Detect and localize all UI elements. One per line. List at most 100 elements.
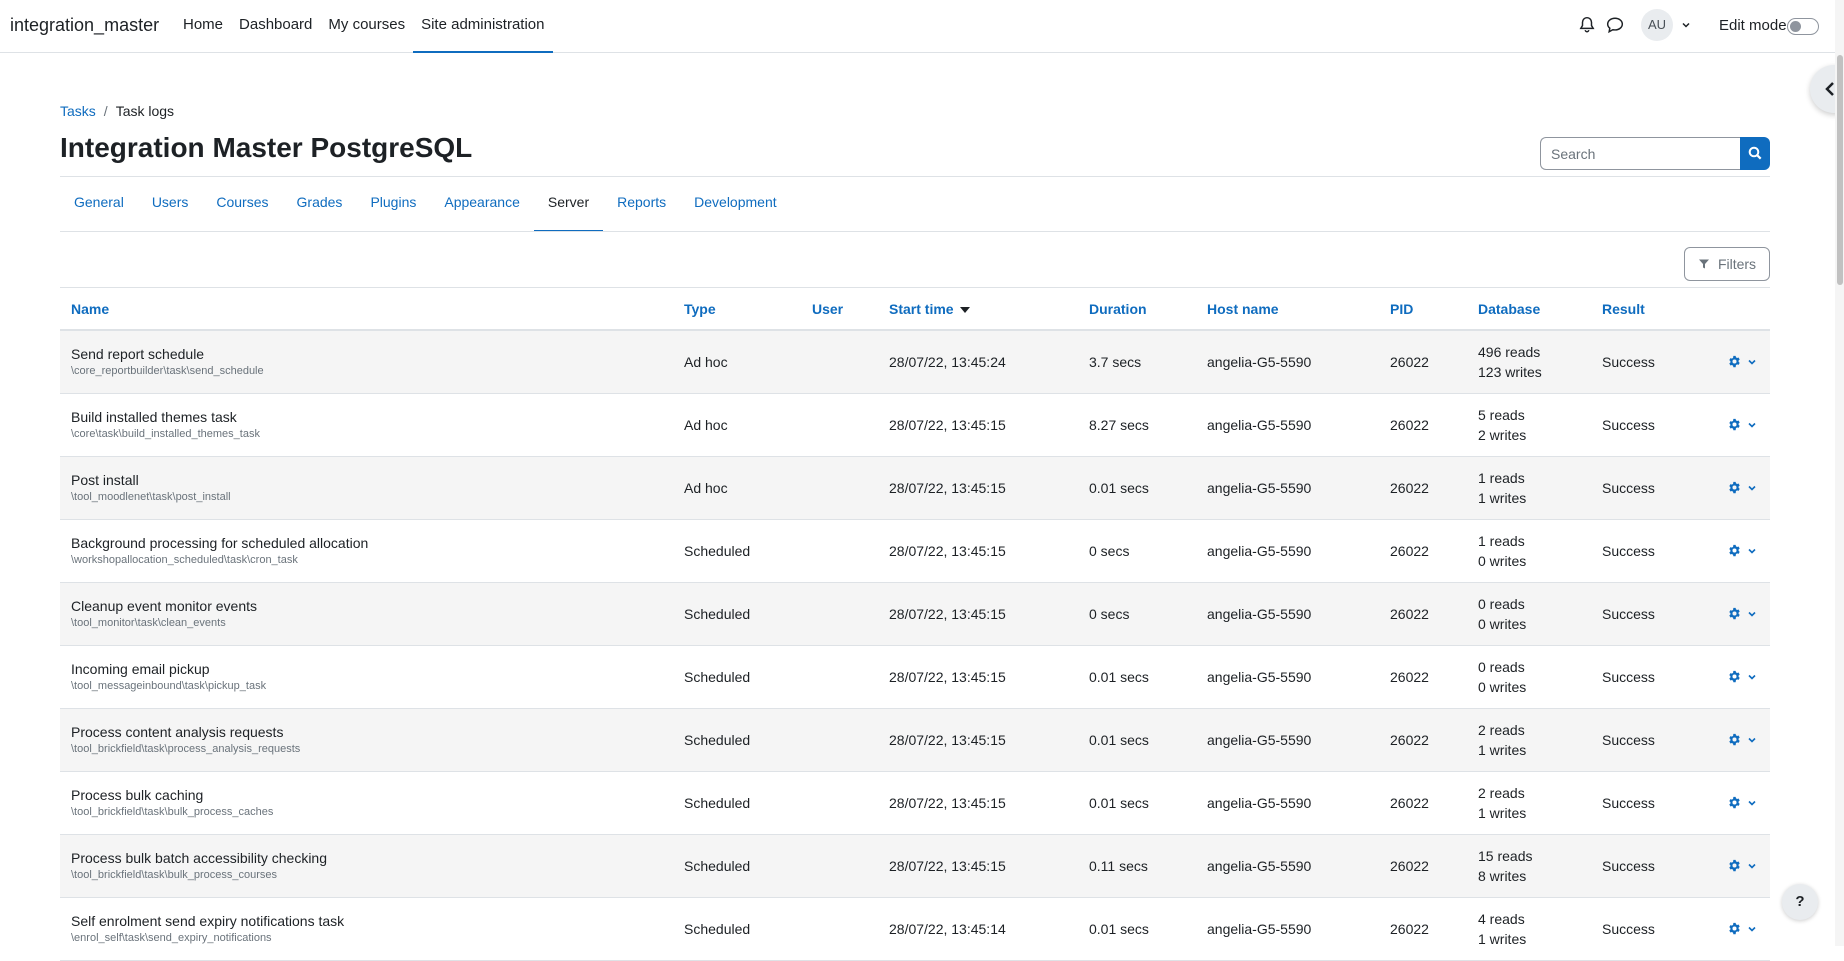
cell-host-name: angelia-G5-5590 bbox=[1207, 353, 1312, 370]
tab-users[interactable]: Users bbox=[138, 177, 203, 232]
table-row: Incoming email pickup \tool_messageinboun… bbox=[60, 645, 1770, 708]
tab-appearance[interactable]: Appearance bbox=[430, 177, 534, 232]
row-actions-menu[interactable] bbox=[1712, 481, 1759, 494]
gear-icon bbox=[1729, 356, 1740, 368]
site-brand[interactable]: integration_master bbox=[10, 15, 159, 36]
column-header-user[interactable]: User bbox=[801, 288, 878, 331]
row-actions-menu[interactable] bbox=[1712, 544, 1759, 557]
nav-site-administration[interactable]: Site administration bbox=[413, 0, 553, 53]
nav-my-courses[interactable]: My courses bbox=[320, 0, 413, 53]
db-reads: 2 reads bbox=[1478, 784, 1525, 801]
tab-development[interactable]: Development bbox=[680, 177, 791, 232]
column-header-name[interactable]: Name bbox=[60, 288, 673, 331]
cell-duration: 0 secs bbox=[1089, 542, 1130, 559]
cell-name: Incoming email pickup \tool_messageinboun… bbox=[60, 645, 673, 708]
search-input[interactable] bbox=[1540, 137, 1740, 170]
help-button[interactable]: ? bbox=[1782, 884, 1818, 920]
column-header-type[interactable]: Type bbox=[673, 288, 801, 331]
cell-duration: 0.01 secs bbox=[1089, 920, 1149, 937]
cell-name: Build installed themes task \core\task\bu… bbox=[60, 393, 673, 456]
cell-database: 1 reads 0 writes bbox=[1467, 519, 1591, 582]
tab-general[interactable]: General bbox=[60, 177, 138, 232]
user-avatar[interactable]: AU bbox=[1641, 9, 1673, 41]
secondary-navigation: General Users Courses Grades Plugins App… bbox=[60, 177, 791, 232]
column-header-actions bbox=[1701, 288, 1770, 331]
task-classname: \tool_moodlenet\task\post_install bbox=[71, 490, 231, 503]
notifications-bell-icon[interactable] bbox=[1578, 16, 1596, 34]
tab-courses[interactable]: Courses bbox=[202, 177, 282, 232]
task-classname: \tool_messageinbound\task\pickup_task bbox=[71, 679, 267, 692]
row-actions-menu[interactable] bbox=[1712, 670, 1759, 683]
cell-actions bbox=[1701, 645, 1770, 708]
breadcrumb-tasks[interactable]: Tasks bbox=[60, 103, 96, 119]
tab-plugins[interactable]: Plugins bbox=[356, 177, 430, 232]
filter-icon bbox=[1698, 259, 1709, 269]
cell-duration: 0.01 secs bbox=[1089, 731, 1149, 748]
breadcrumb-current: Task logs bbox=[115, 103, 175, 119]
cell-database: 5 reads 2 writes bbox=[1467, 393, 1591, 456]
db-reads: 1 reads bbox=[1478, 532, 1525, 549]
cell-result: Success bbox=[1602, 416, 1655, 433]
table-row: Process bulk batch accessibility checkin… bbox=[60, 834, 1770, 897]
cell-result: Success bbox=[1602, 668, 1655, 685]
row-actions-menu[interactable] bbox=[1712, 922, 1759, 935]
nav-home[interactable]: Home bbox=[175, 0, 231, 53]
cell-host-name: angelia-G5-5590 bbox=[1207, 920, 1312, 937]
row-actions-menu[interactable] bbox=[1712, 733, 1759, 746]
cell-pid: 26022 bbox=[1390, 479, 1429, 496]
admin-search bbox=[1540, 137, 1770, 170]
chevron-down-icon bbox=[1748, 926, 1756, 932]
cell-type: Scheduled bbox=[684, 920, 751, 937]
cell-database: 15 reads 8 writes bbox=[1467, 834, 1591, 897]
cell-host-name: angelia-G5-5590 bbox=[1207, 542, 1312, 559]
db-writes: 2 writes bbox=[1478, 426, 1527, 443]
column-header-duration[interactable]: Duration bbox=[1078, 288, 1196, 331]
cell-result: Success bbox=[1602, 605, 1655, 622]
cell-user bbox=[801, 582, 878, 645]
cell-actions bbox=[1701, 897, 1770, 960]
row-actions-menu[interactable] bbox=[1712, 859, 1759, 872]
gear-icon bbox=[1729, 859, 1740, 872]
nav-dashboard[interactable]: Dashboard bbox=[231, 0, 320, 53]
scrollbar-thumb[interactable] bbox=[1837, 55, 1843, 285]
column-header-start-time[interactable]: Start time bbox=[878, 288, 1078, 331]
tab-grades[interactable]: Grades bbox=[283, 177, 357, 232]
task-classname: \enrol_self\task\send_expiry_notificatio… bbox=[71, 931, 272, 944]
tab-server[interactable]: Server bbox=[533, 177, 604, 232]
row-actions-menu[interactable] bbox=[1712, 355, 1759, 368]
table-row: Build installed themes task \core\task\bu… bbox=[60, 393, 1770, 456]
cell-actions bbox=[1701, 519, 1770, 582]
column-header-pid[interactable]: PID bbox=[1379, 288, 1467, 331]
cell-result: Success bbox=[1602, 920, 1655, 937]
cell-duration: 8.27 secs bbox=[1089, 416, 1149, 433]
task-name: Self enrolment send expiry notifications… bbox=[71, 912, 345, 929]
cell-start-time: 28/07/22, 13:45:15 bbox=[889, 857, 1006, 874]
cell-result: Success bbox=[1602, 479, 1655, 496]
column-header-database[interactable]: Database bbox=[1467, 288, 1591, 331]
column-header-result[interactable]: Result bbox=[1591, 288, 1701, 331]
cell-name: Process bulk batch accessibility checkin… bbox=[60, 834, 673, 897]
cell-type: Ad hoc bbox=[684, 416, 728, 433]
column-header-host-name[interactable]: Host name bbox=[1196, 288, 1379, 331]
search-button[interactable] bbox=[1740, 137, 1770, 170]
filters-button[interactable]: Filters bbox=[1684, 247, 1770, 281]
edit-mode-label: Edit mode bbox=[1719, 17, 1787, 34]
cell-host-name: angelia-G5-5590 bbox=[1207, 479, 1312, 496]
cell-result: Success bbox=[1602, 794, 1655, 811]
task-name: Post install bbox=[71, 471, 139, 488]
row-actions-menu[interactable] bbox=[1712, 607, 1759, 620]
tab-reports[interactable]: Reports bbox=[603, 177, 680, 232]
cell-user bbox=[801, 330, 878, 393]
row-actions-menu[interactable] bbox=[1712, 796, 1759, 809]
row-actions-menu[interactable] bbox=[1712, 418, 1759, 431]
cell-pid: 26022 bbox=[1390, 605, 1429, 622]
cell-start-time: 28/07/22, 13:45:15 bbox=[889, 668, 1006, 685]
edit-mode-toggle[interactable] bbox=[1787, 18, 1819, 35]
cell-name: Cleanup event monitor events \tool_monito… bbox=[60, 582, 673, 645]
cell-actions bbox=[1701, 834, 1770, 897]
messages-chat-icon[interactable] bbox=[1606, 16, 1624, 34]
search-icon bbox=[1748, 146, 1762, 160]
gear-icon bbox=[1729, 670, 1740, 683]
chevron-down-icon[interactable] bbox=[1680, 19, 1692, 31]
table-row: Send report schedule \core_reportbuilder\… bbox=[60, 330, 1770, 393]
